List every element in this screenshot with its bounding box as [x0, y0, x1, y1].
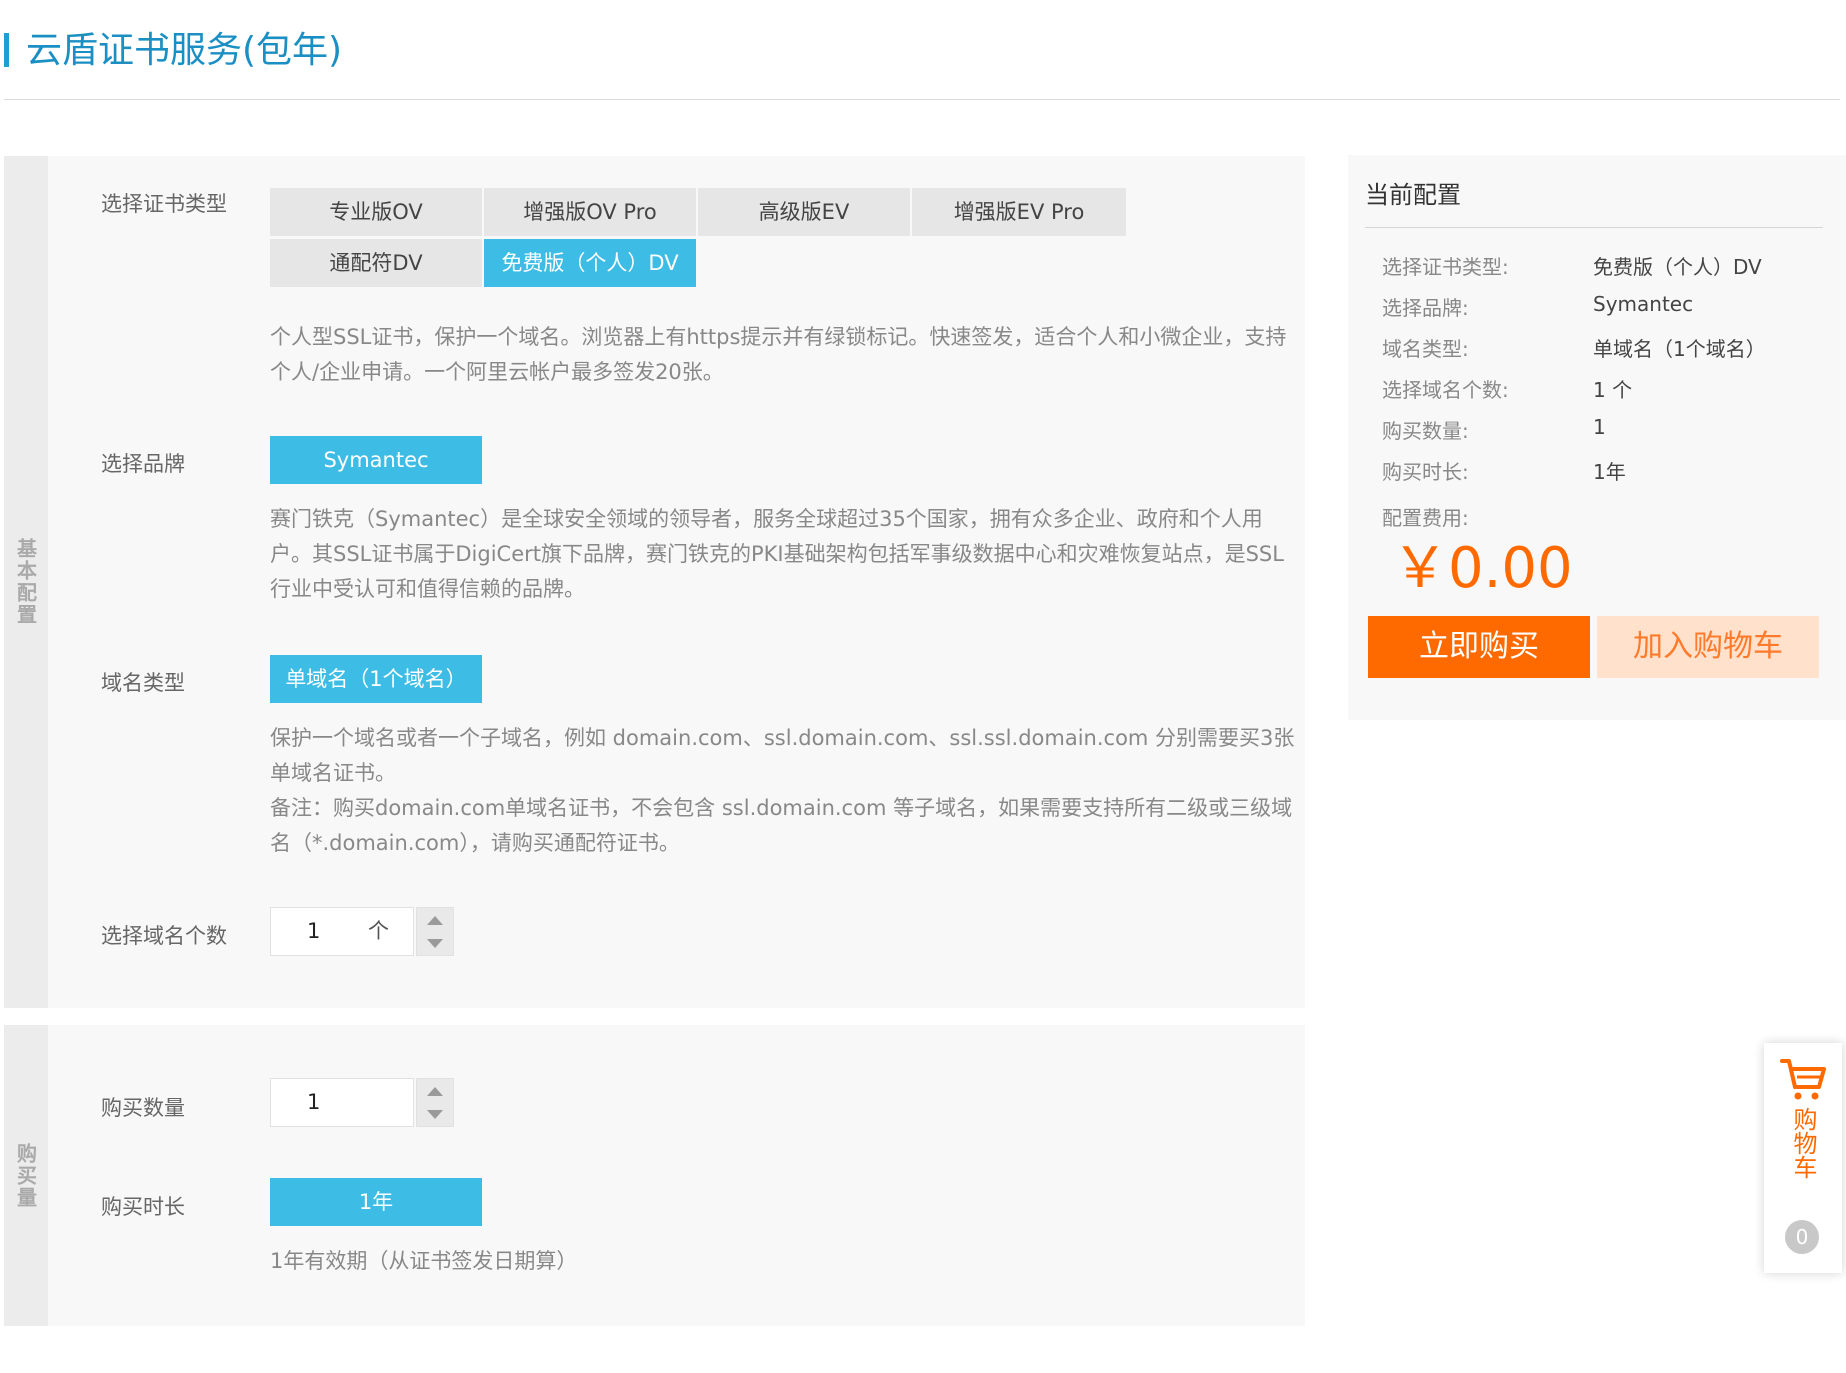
summary-value-cert-type: 免费版（个人）DV [1593, 255, 1762, 279]
brand-option-symantec[interactable]: Symantec [270, 436, 482, 484]
current-config-panel: 当前配置 选择证书类型: 免费版（个人）DV 选择品牌: Symantec 域名… [1348, 155, 1846, 720]
floating-cart-label: 购物车 [1789, 1107, 1817, 1179]
brand-description: 赛门铁克（Symantec）是全球安全领域的领导者，服务全球超过35个国家，拥有… [270, 507, 1284, 601]
domain-count-input[interactable]: 1 个 [270, 907, 414, 956]
page-header: 云盾证书服务(包年) [4, 30, 1840, 100]
quantity-decrement-button[interactable] [417, 1103, 453, 1126]
add-to-cart-button[interactable]: 加入购物车 [1597, 616, 1819, 678]
purchase-section: 购买量 购买数量 1 购买时长 1年 1年有效期（从证书签发日期算） [4, 1025, 1305, 1326]
summary-value-domain-count: 1 个 [1593, 378, 1633, 402]
cert-type-description: 个人型SSL证书，保护一个域名。浏览器上有https提示并有绿锁标记。快速签发，… [270, 325, 1287, 384]
fee-label: 配置费用: [1382, 506, 1469, 530]
brand-label: 选择品牌 [101, 452, 185, 476]
domain-count-value: 1 [307, 919, 321, 943]
quantity-stepper [416, 1078, 454, 1127]
cert-type-option-ov-pro[interactable]: 增强版OV Pro [484, 188, 696, 236]
summary-value-quantity: 1 [1593, 415, 1606, 439]
arrow-down-icon [427, 1110, 443, 1119]
summary-value-domain-type: 单域名（1个域名） [1593, 337, 1766, 361]
domain-type-description: 保护一个域名或者一个子域名，例如 domain.com、ssl.domain.c… [270, 726, 1295, 785]
current-config-title: 当前配置 [1365, 181, 1461, 209]
domain-type-option-single[interactable]: 单域名（1个域名） [270, 655, 482, 703]
duration-description: 1年有效期（从证书签发日期算） [270, 1249, 578, 1273]
summary-key-duration: 购买时长: [1382, 460, 1469, 484]
domain-type-note: 备注：购买domain.com单域名证书，不会包含 ssl.domain.com… [270, 796, 1293, 855]
title-accent-bar [4, 33, 9, 67]
arrow-down-icon [427, 939, 443, 948]
current-config-header: 当前配置 [1365, 155, 1823, 228]
cert-type-option-ev-pro[interactable]: 增强版EV Pro [912, 188, 1126, 236]
summary-value-duration: 1年 [1593, 460, 1626, 484]
domain-count-unit: 个 [368, 919, 389, 943]
cert-type-option-ev[interactable]: 高级版EV [698, 188, 910, 236]
arrow-up-icon [427, 916, 443, 925]
shopping-cart-icon [1780, 1059, 1826, 1100]
cert-type-option-free-dv[interactable]: 免费版（个人）DV [484, 239, 696, 287]
duration-option-1-year[interactable]: 1年 [270, 1178, 482, 1226]
summary-key-cert-type: 选择证书类型: [1382, 255, 1509, 279]
basic-config-section: 基本配置 选择证书类型 专业版OV 增强版OV Pro 高级版EV 增强版EV … [4, 156, 1305, 1008]
quantity-label: 购买数量 [101, 1096, 185, 1120]
page-title: 云盾证书服务(包年) [26, 30, 343, 71]
domain-type-label: 域名类型 [101, 671, 185, 695]
buy-now-button[interactable]: 立即购买 [1368, 616, 1590, 678]
cert-type-option-ov[interactable]: 专业版OV [270, 188, 482, 236]
quantity-value: 1 [307, 1090, 321, 1114]
summary-key-domain-type: 域名类型: [1382, 337, 1469, 361]
summary-key-brand: 选择品牌: [1382, 296, 1469, 320]
floating-cart[interactable]: 购物车 0 [1764, 1043, 1842, 1273]
domain-count-decrement-button[interactable] [417, 932, 453, 955]
basic-config-side-label: 基本配置 [4, 156, 48, 1008]
quantity-increment-button[interactable] [417, 1080, 453, 1103]
cert-type-label: 选择证书类型 [101, 192, 227, 216]
purchase-side-label: 购买量 [4, 1025, 48, 1326]
summary-value-brand: Symantec [1593, 292, 1694, 316]
domain-count-label: 选择域名个数 [101, 924, 227, 948]
cert-type-option-wildcard-dv[interactable]: 通配符DV [270, 239, 482, 287]
domain-count-increment-button[interactable] [417, 909, 453, 932]
duration-label: 购买时长 [101, 1195, 185, 1219]
cart-count-badge: 0 [1785, 1220, 1819, 1254]
domain-count-stepper [416, 907, 454, 956]
price-value: ￥0.00 [1392, 536, 1573, 601]
summary-key-quantity: 购买数量: [1382, 419, 1469, 443]
summary-key-domain-count: 选择域名个数: [1382, 378, 1509, 402]
quantity-input[interactable]: 1 [270, 1078, 414, 1127]
arrow-up-icon [427, 1087, 443, 1096]
